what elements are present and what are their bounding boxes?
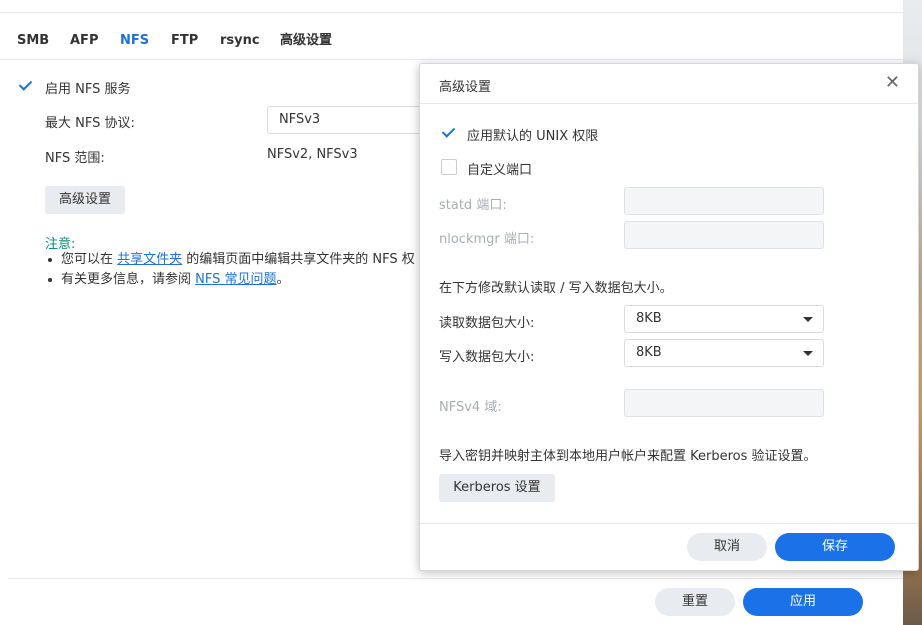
chevron-down-icon [803, 317, 813, 322]
statd-port-input[interactable] [624, 187, 824, 215]
note-line1-suffix: 的编辑页面中编辑共享文件夹的 NFS 权 [182, 252, 415, 267]
nfs-faq-link[interactable]: NFS 常见问题 [195, 272, 276, 287]
read-packet-size-label: 读取数据包大小: [439, 316, 535, 331]
shared-folder-link[interactable]: 共享文件夹 [117, 252, 182, 267]
read-packet-size-select[interactable]: 8KB [624, 305, 824, 333]
tab-afp[interactable]: AFP [70, 22, 98, 59]
tab-nfs[interactable]: NFS [120, 22, 149, 59]
dialog-footer-divider [420, 523, 918, 524]
read-packet-size-value: 8KB [636, 311, 662, 326]
enable-nfs-checkbox[interactable] [18, 78, 34, 94]
max-protocol-label: 最大 NFS 协议: [45, 116, 135, 131]
tab-rsync[interactable]: rsync [220, 22, 260, 59]
tab-smb[interactable]: SMB [17, 22, 49, 59]
top-divider [0, 12, 903, 13]
write-packet-size-select[interactable]: 8KB [624, 339, 824, 367]
kerberos-settings-button[interactable]: Kerberos 设置 [439, 474, 555, 502]
footer-divider [8, 578, 903, 579]
nfsv4-domain-input[interactable] [624, 389, 824, 417]
tab-ftp[interactable]: FTP [171, 22, 198, 59]
note-line1-prefix: 您可以在 [61, 252, 118, 267]
save-button[interactable]: 保存 [775, 533, 895, 561]
packet-size-description: 在下方修改默认读取 / 写入数据包大小。 [439, 281, 673, 296]
max-protocol-value: NFSv3 [279, 112, 321, 127]
reset-button[interactable]: 重置 [655, 588, 735, 616]
nfs-range-value: NFSv2, NFSv3 [267, 147, 358, 162]
note-line2-prefix: 有关更多信息，请参阅 [61, 272, 196, 287]
enable-nfs-label: 启用 NFS 服务 [45, 82, 131, 97]
apply-unix-permission-label: 应用默认的 UNIX 权限 [467, 129, 599, 144]
tab-bar: SMB AFP NFS FTP rsync 高级设置 [0, 22, 903, 60]
dialog-title: 高级设置 [439, 80, 492, 95]
nfs-range-label: NFS 范围: [45, 151, 105, 166]
custom-port-label: 自定义端口 [467, 163, 533, 178]
statd-port-label: statd 端口: [439, 198, 507, 213]
apply-unix-permission-checkbox[interactable] [441, 125, 457, 141]
custom-port-checkbox[interactable] [441, 159, 457, 175]
tab-advanced[interactable]: 高级设置 [280, 22, 332, 59]
close-icon[interactable]: ✕ [885, 74, 900, 92]
max-protocol-select[interactable]: NFSv3 [267, 106, 427, 134]
dialog-header: 高级设置 ✕ [420, 64, 918, 104]
nlockmgr-port-label: nlockmgr 端口: [439, 232, 535, 247]
note-list: 您可以在 共享文件夹 的编辑页面中编辑共享文件夹的 NFS 权 有关更多信息，请… [45, 250, 425, 290]
cancel-button[interactable]: 取消 [687, 533, 767, 561]
kerberos-description: 导入密钥并映射主体到本地用户帐户来配置 Kerberos 验证设置。 [439, 449, 817, 464]
note-item: 有关更多信息，请参阅 NFS 常见问题。 [45, 270, 425, 290]
note-item: 您可以在 共享文件夹 的编辑页面中编辑共享文件夹的 NFS 权 [45, 250, 425, 270]
nlockmgr-port-input[interactable] [624, 221, 824, 249]
write-packet-size-label: 写入数据包大小: [439, 350, 535, 365]
tab-divider [0, 59, 903, 60]
advanced-settings-dialog: 高级设置 ✕ 应用默认的 UNIX 权限 自定义端口 statd 端口: nlo… [419, 63, 919, 571]
chevron-down-icon [803, 351, 813, 356]
write-packet-size-value: 8KB [636, 345, 662, 360]
advanced-settings-button[interactable]: 高级设置 [45, 186, 125, 214]
nfsv4-domain-label: NFSv4 域: [439, 400, 502, 415]
note-line2-suffix: 。 [276, 272, 290, 287]
apply-button[interactable]: 应用 [743, 588, 863, 616]
